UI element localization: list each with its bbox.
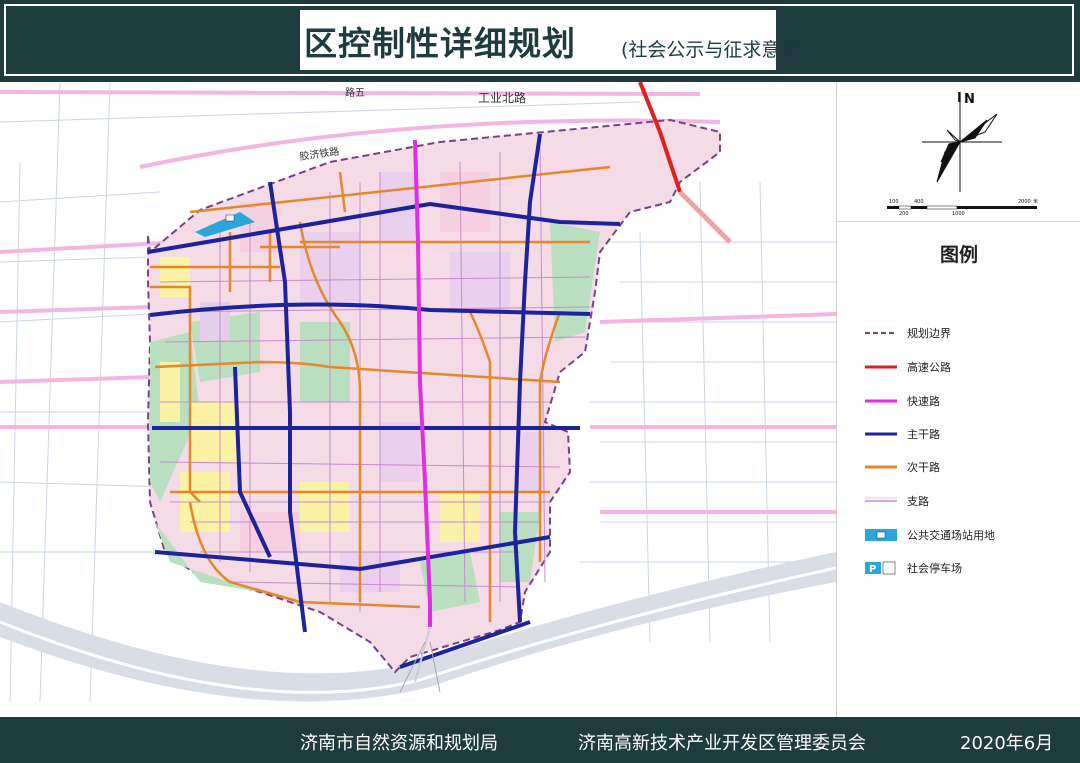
scale-bar: 100 400 200 1000 2000 米 bbox=[887, 198, 1038, 217]
scale-tick-3: 1000 bbox=[952, 211, 965, 217]
scale-tick-1: 400 bbox=[914, 199, 924, 205]
page-title: 区控制性详细规划 bbox=[304, 24, 576, 63]
legend-item-expressway: 快速路 bbox=[863, 393, 940, 409]
svg-text:P: P bbox=[869, 564, 876, 575]
expressway-swatch bbox=[865, 399, 897, 403]
legend-label-parking: 社会停车场 bbox=[907, 562, 962, 575]
branch-road-swatch bbox=[865, 497, 897, 502]
svg-text:I: I bbox=[957, 91, 962, 106]
legend-label-branch-road: 支路 bbox=[907, 495, 929, 508]
secondary-road-swatch bbox=[865, 465, 897, 469]
compass-north-label: N bbox=[964, 92, 975, 107]
legend-item-main-road: 主干路 bbox=[863, 426, 940, 442]
compass-graphic: N I 100 400 200 1000 2000 米 bbox=[887, 91, 1038, 217]
highway-swatch bbox=[865, 365, 897, 369]
transit-station-swatch bbox=[865, 529, 897, 541]
scale-tick-0: 100 bbox=[889, 199, 899, 205]
legend-title: 图例 bbox=[939, 244, 978, 266]
legend-label-expressway: 快速路 bbox=[907, 395, 940, 408]
footer-bar: 济南市自然资源和规划局 济南高新技术产业开发区管理委员会 2020年6月 bbox=[0, 717, 1080, 763]
highway-extension bbox=[678, 190, 732, 244]
scale-tick-5: 米 bbox=[1033, 198, 1038, 205]
footer-date: 2020年6月 bbox=[960, 733, 1054, 754]
main-road-swatch bbox=[865, 432, 897, 436]
legend-label-main-road: 主干路 bbox=[907, 428, 940, 441]
boundary-swatch bbox=[865, 332, 897, 334]
map-label-gongye-north-road: 工业北路 bbox=[478, 90, 526, 105]
planning-map[interactable]: 工业北路 胶济铁路 路五 bbox=[0, 82, 836, 717]
wind-rose-icon bbox=[922, 92, 1002, 192]
map-label-jiaoji-railway: 胶济铁路 bbox=[299, 145, 340, 163]
legend-item-highway: 高速公路 bbox=[863, 359, 951, 375]
header-bar: 区控制性详细规划 (社会公示与征求意见) bbox=[0, 0, 1080, 80]
page-subtitle: (社会公示与征求意见) bbox=[621, 39, 807, 61]
footer-org-hightech-zone: 济南高新技术产业开发区管理委员会 bbox=[578, 733, 866, 754]
scale-tick-2: 200 bbox=[899, 211, 909, 217]
scale-tick-4: 2000 bbox=[1018, 199, 1031, 205]
legend-item-secondary-road: 次干路 bbox=[863, 459, 940, 475]
map-label-road-top-left: 路五 bbox=[345, 86, 365, 99]
legend-item-transit-station: 公共交通场站用地 bbox=[863, 527, 995, 543]
legend-panel: N I 100 400 200 1000 2000 米 图例 规划边界 高速公路… bbox=[836, 82, 1080, 717]
footer-org-natural-resources: 济南市自然资源和规划局 bbox=[300, 733, 498, 754]
legend-label-boundary: 规划边界 bbox=[907, 327, 951, 340]
legend-item-branch-road: 支路 bbox=[863, 493, 929, 509]
legend-label-secondary-road: 次干路 bbox=[907, 461, 940, 474]
compass-scale-box: N I 100 400 200 1000 2000 米 bbox=[837, 82, 1080, 222]
legend-item-parking: P 社会停车场 bbox=[863, 560, 962, 576]
map-area[interactable]: 工业北路 胶济铁路 路五 bbox=[0, 82, 836, 717]
parking-icon: P bbox=[865, 561, 896, 575]
legend-item-boundary: 规划边界 bbox=[863, 325, 951, 341]
legend-label-transit-station: 公共交通场站用地 bbox=[907, 529, 995, 542]
legend-label-highway: 高速公路 bbox=[907, 361, 951, 374]
